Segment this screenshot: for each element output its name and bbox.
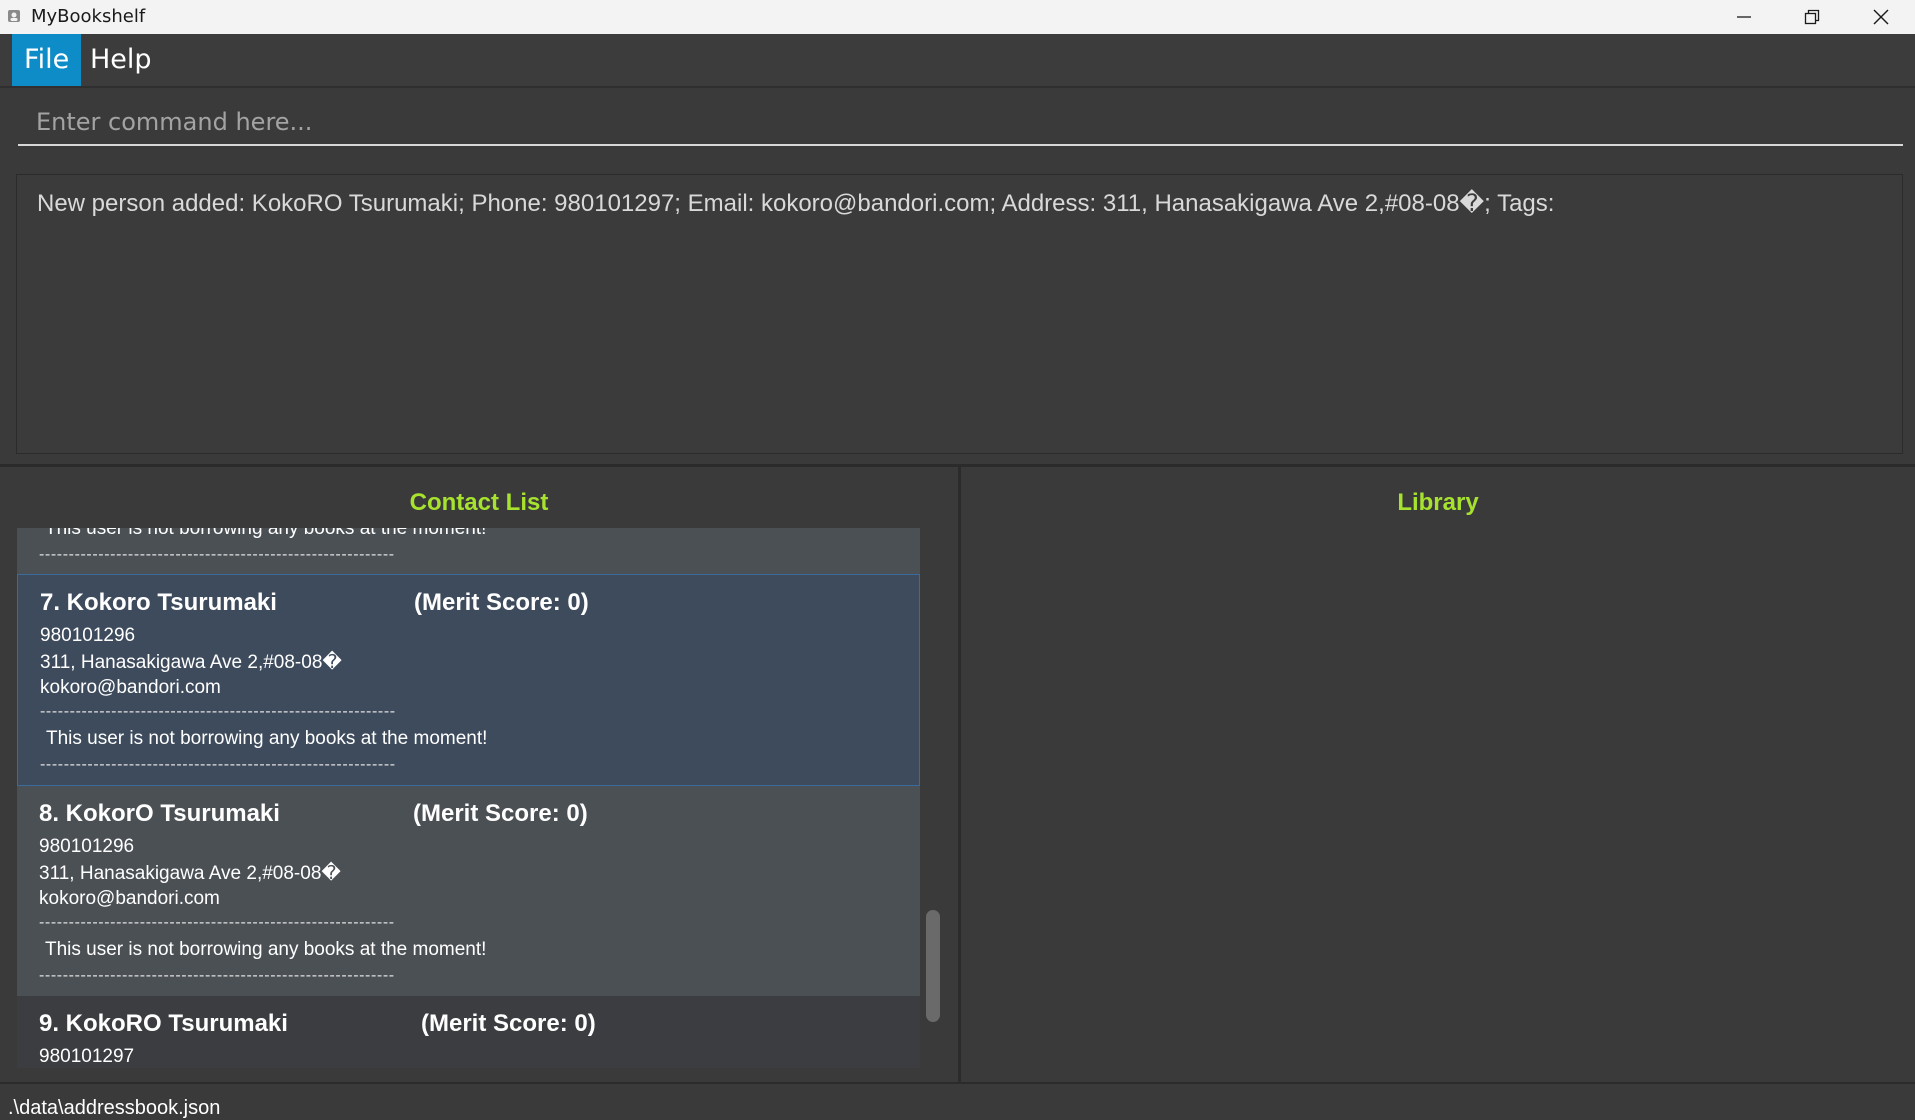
card-divider: ----------------------------------------… bbox=[39, 546, 395, 563]
contact-phone: 980101296 bbox=[39, 836, 135, 857]
borrow-status: This user is not borrowing any books at … bbox=[45, 528, 487, 539]
result-message: New person added: KokoRO Tsurumaki; Phon… bbox=[37, 190, 1555, 217]
contact-name: 7. Kokoro Tsurumaki bbox=[40, 589, 277, 616]
list-item-selected[interactable]: 7. Kokoro Tsurumaki (Merit Score: 0) 980… bbox=[17, 574, 920, 786]
borrow-status: This user is not borrowing any books at … bbox=[46, 728, 488, 749]
close-button[interactable] bbox=[1847, 0, 1915, 34]
title-bar: MyBookshelf bbox=[0, 0, 1915, 34]
minimize-button[interactable] bbox=[1710, 0, 1778, 34]
contact-phone: 980101297 bbox=[39, 1046, 135, 1067]
status-bar: .\data\addressbook.json bbox=[0, 1082, 1915, 1120]
result-display-area: New person added: KokoRO Tsurumaki; Phon… bbox=[0, 162, 1915, 464]
command-input[interactable] bbox=[18, 100, 1903, 146]
contact-email: kokoro@bandori.com bbox=[40, 677, 221, 698]
contact-list-panel: Contact List This user is not borrowing … bbox=[0, 467, 958, 1082]
close-icon bbox=[1873, 9, 1889, 25]
command-box bbox=[0, 88, 1915, 160]
maximize-icon bbox=[1804, 9, 1820, 25]
scrollbar-thumb[interactable] bbox=[926, 910, 940, 1022]
window-title: MyBookshelf bbox=[31, 6, 146, 27]
data-file-path: .\data\addressbook.json bbox=[8, 1097, 221, 1119]
merit-score: (Merit Score: 0) bbox=[414, 589, 589, 616]
list-item[interactable]: 8. KokorO Tsurumaki (Merit Score: 0) 980… bbox=[17, 786, 920, 996]
contact-name: 9. KokoRO Tsurumaki bbox=[39, 1010, 288, 1037]
app-icon bbox=[8, 10, 20, 22]
menu-bar: File Help bbox=[0, 34, 1915, 88]
merit-score: (Merit Score: 0) bbox=[413, 800, 588, 827]
maximize-button[interactable] bbox=[1778, 0, 1846, 34]
card-divider: ----------------------------------------… bbox=[40, 703, 396, 720]
contact-list-title: Contact List bbox=[409, 489, 549, 516]
merit-score: (Merit Score: 0) bbox=[421, 1010, 596, 1037]
menu-help[interactable]: Help bbox=[78, 34, 164, 86]
library-title: Library bbox=[1397, 489, 1479, 516]
list-item[interactable]: This user is not borrowing any books at … bbox=[17, 528, 920, 574]
contact-name: 8. KokorO Tsurumaki bbox=[39, 800, 280, 827]
contact-list[interactable]: This user is not borrowing any books at … bbox=[17, 528, 920, 1068]
contact-address: 311, Hanasakigawa Ave 2,#08-08� bbox=[40, 652, 342, 673]
result-display[interactable]: New person added: KokoRO Tsurumaki; Phon… bbox=[16, 174, 1903, 454]
card-divider: ----------------------------------------… bbox=[39, 967, 395, 984]
minimize-icon bbox=[1737, 16, 1751, 18]
contact-phone: 980101296 bbox=[40, 625, 136, 646]
library-panel: Library bbox=[961, 467, 1915, 1082]
borrow-status: This user is not borrowing any books at … bbox=[45, 939, 487, 960]
contact-email: kokoro@bandori.com bbox=[39, 888, 220, 909]
card-divider: ----------------------------------------… bbox=[40, 756, 396, 773]
card-divider: ----------------------------------------… bbox=[39, 914, 395, 931]
menu-file[interactable]: File bbox=[12, 34, 82, 86]
contact-address: 311, Hanasakigawa Ave 2,#08-08� bbox=[39, 863, 341, 884]
list-item[interactable]: 9. KokoRO Tsurumaki (Merit Score: 0) 980… bbox=[17, 996, 920, 1068]
